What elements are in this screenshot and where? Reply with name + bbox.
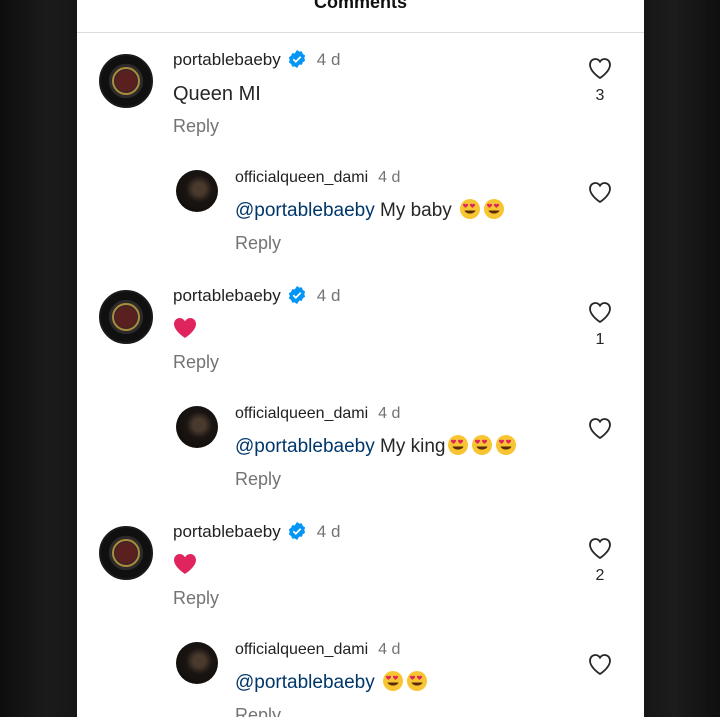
reply-button[interactable]: Reply xyxy=(235,703,428,717)
comment-body: officialqueen_dami 4 d @portablebaeby Rep… xyxy=(235,638,428,717)
comment-text: Queen MI xyxy=(173,83,261,105)
comment-text-content: My king xyxy=(374,436,446,457)
like-button[interactable] xyxy=(585,652,615,683)
avatar[interactable] xyxy=(176,406,218,448)
red-heart-emoji-icon xyxy=(174,318,196,338)
timestamp: 4 d xyxy=(316,522,341,541)
heart-outline-icon xyxy=(589,58,611,80)
comment: portablebaeby 4 d Reply 1 xyxy=(77,284,644,394)
comment-text xyxy=(173,553,340,579)
reply-button[interactable]: Reply xyxy=(235,231,505,255)
comment: portablebaeby 4 d Queen MI Reply 3 xyxy=(77,48,644,158)
heart-eyes-emoji-icon xyxy=(484,199,505,219)
comment-text: @portablebaeby xyxy=(235,670,428,696)
username[interactable]: portablebaeby xyxy=(173,522,281,541)
comment-body: portablebaeby 4 d Queen MI Reply xyxy=(173,48,340,138)
reply-button[interactable]: Reply xyxy=(173,114,340,138)
comment-text: @portablebaeby My king xyxy=(235,434,517,460)
heart-outline-icon xyxy=(589,182,611,204)
page-title: Comments xyxy=(313,0,407,12)
comment: portablebaeby 4 d Reply 2 xyxy=(77,520,644,630)
comment-body: officialqueen_dami 4 d @portablebaeby My … xyxy=(235,166,505,255)
reply-comment: officialqueen_dami 4 d @portablebaeby My … xyxy=(77,168,644,278)
timestamp: 4 d xyxy=(378,405,401,422)
heart-outline-icon xyxy=(589,538,611,560)
username[interactable]: portablebaeby xyxy=(173,50,281,69)
mention-link[interactable]: @portablebaeby xyxy=(235,436,375,457)
username[interactable]: portablebaeby xyxy=(173,286,281,305)
comment-body: officialqueen_dami 4 d @portablebaeby My … xyxy=(235,402,517,491)
mention-link[interactable]: @portablebaeby xyxy=(235,200,375,221)
like-count: 2 xyxy=(595,567,605,584)
heart-eyes-emoji-icon xyxy=(460,199,481,219)
red-heart-emoji-icon xyxy=(174,554,196,574)
heart-outline-icon xyxy=(589,302,611,324)
like-button[interactable]: 2 xyxy=(585,536,615,585)
heart-outline-icon xyxy=(589,654,611,676)
timestamp: 4 d xyxy=(316,50,341,69)
avatar[interactable] xyxy=(99,290,153,344)
comments-panel: Comments portablebaeby 4 d Queen MI Reply… xyxy=(77,0,644,717)
like-count: 1 xyxy=(595,331,605,348)
heart-eyes-emoji-icon xyxy=(383,671,403,691)
comment-text xyxy=(173,317,340,343)
reply-button[interactable]: Reply xyxy=(173,350,340,374)
comment-body: portablebaeby 4 d Reply xyxy=(173,284,340,374)
avatar[interactable] xyxy=(176,170,218,212)
like-button[interactable]: 3 xyxy=(585,56,615,105)
background-right xyxy=(644,0,720,717)
heart-eyes-emoji-icon xyxy=(448,435,469,455)
reply-comment: officialqueen_dami 4 d @portablebaeby My … xyxy=(77,404,644,514)
avatar[interactable] xyxy=(99,526,153,580)
timestamp: 4 d xyxy=(316,286,341,305)
verified-badge-icon xyxy=(288,50,305,68)
comment-body: portablebaeby 4 d Reply xyxy=(173,520,340,610)
like-button[interactable] xyxy=(585,416,615,447)
mention-link[interactable]: @portablebaeby xyxy=(235,672,375,693)
timestamp: 4 d xyxy=(378,641,401,658)
heart-eyes-emoji-icon xyxy=(407,671,427,691)
comment-text-content: My baby xyxy=(374,200,452,221)
heart-outline-icon xyxy=(589,418,611,440)
heart-eyes-emoji-icon xyxy=(472,435,493,455)
username[interactable]: officialqueen_dami xyxy=(235,169,368,186)
reply-comment: officialqueen_dami 4 d @portablebaeby Rep… xyxy=(77,640,644,717)
comment-text: @portablebaeby My baby xyxy=(235,198,505,224)
like-button[interactable]: 1 xyxy=(585,300,615,349)
background-left xyxy=(0,0,77,717)
like-count: 3 xyxy=(595,87,605,104)
reply-button[interactable]: Reply xyxy=(235,467,517,491)
verified-badge-icon xyxy=(288,286,305,304)
verified-badge-icon xyxy=(288,522,305,540)
like-button[interactable] xyxy=(585,180,615,211)
heart-eyes-emoji-icon xyxy=(496,435,517,455)
avatar[interactable] xyxy=(99,54,153,108)
username[interactable]: officialqueen_dami xyxy=(235,405,368,422)
reply-button[interactable]: Reply xyxy=(173,586,340,610)
username[interactable]: officialqueen_dami xyxy=(235,641,368,658)
comments-header: Comments xyxy=(77,0,644,33)
avatar[interactable] xyxy=(176,642,218,684)
timestamp: 4 d xyxy=(378,169,401,186)
